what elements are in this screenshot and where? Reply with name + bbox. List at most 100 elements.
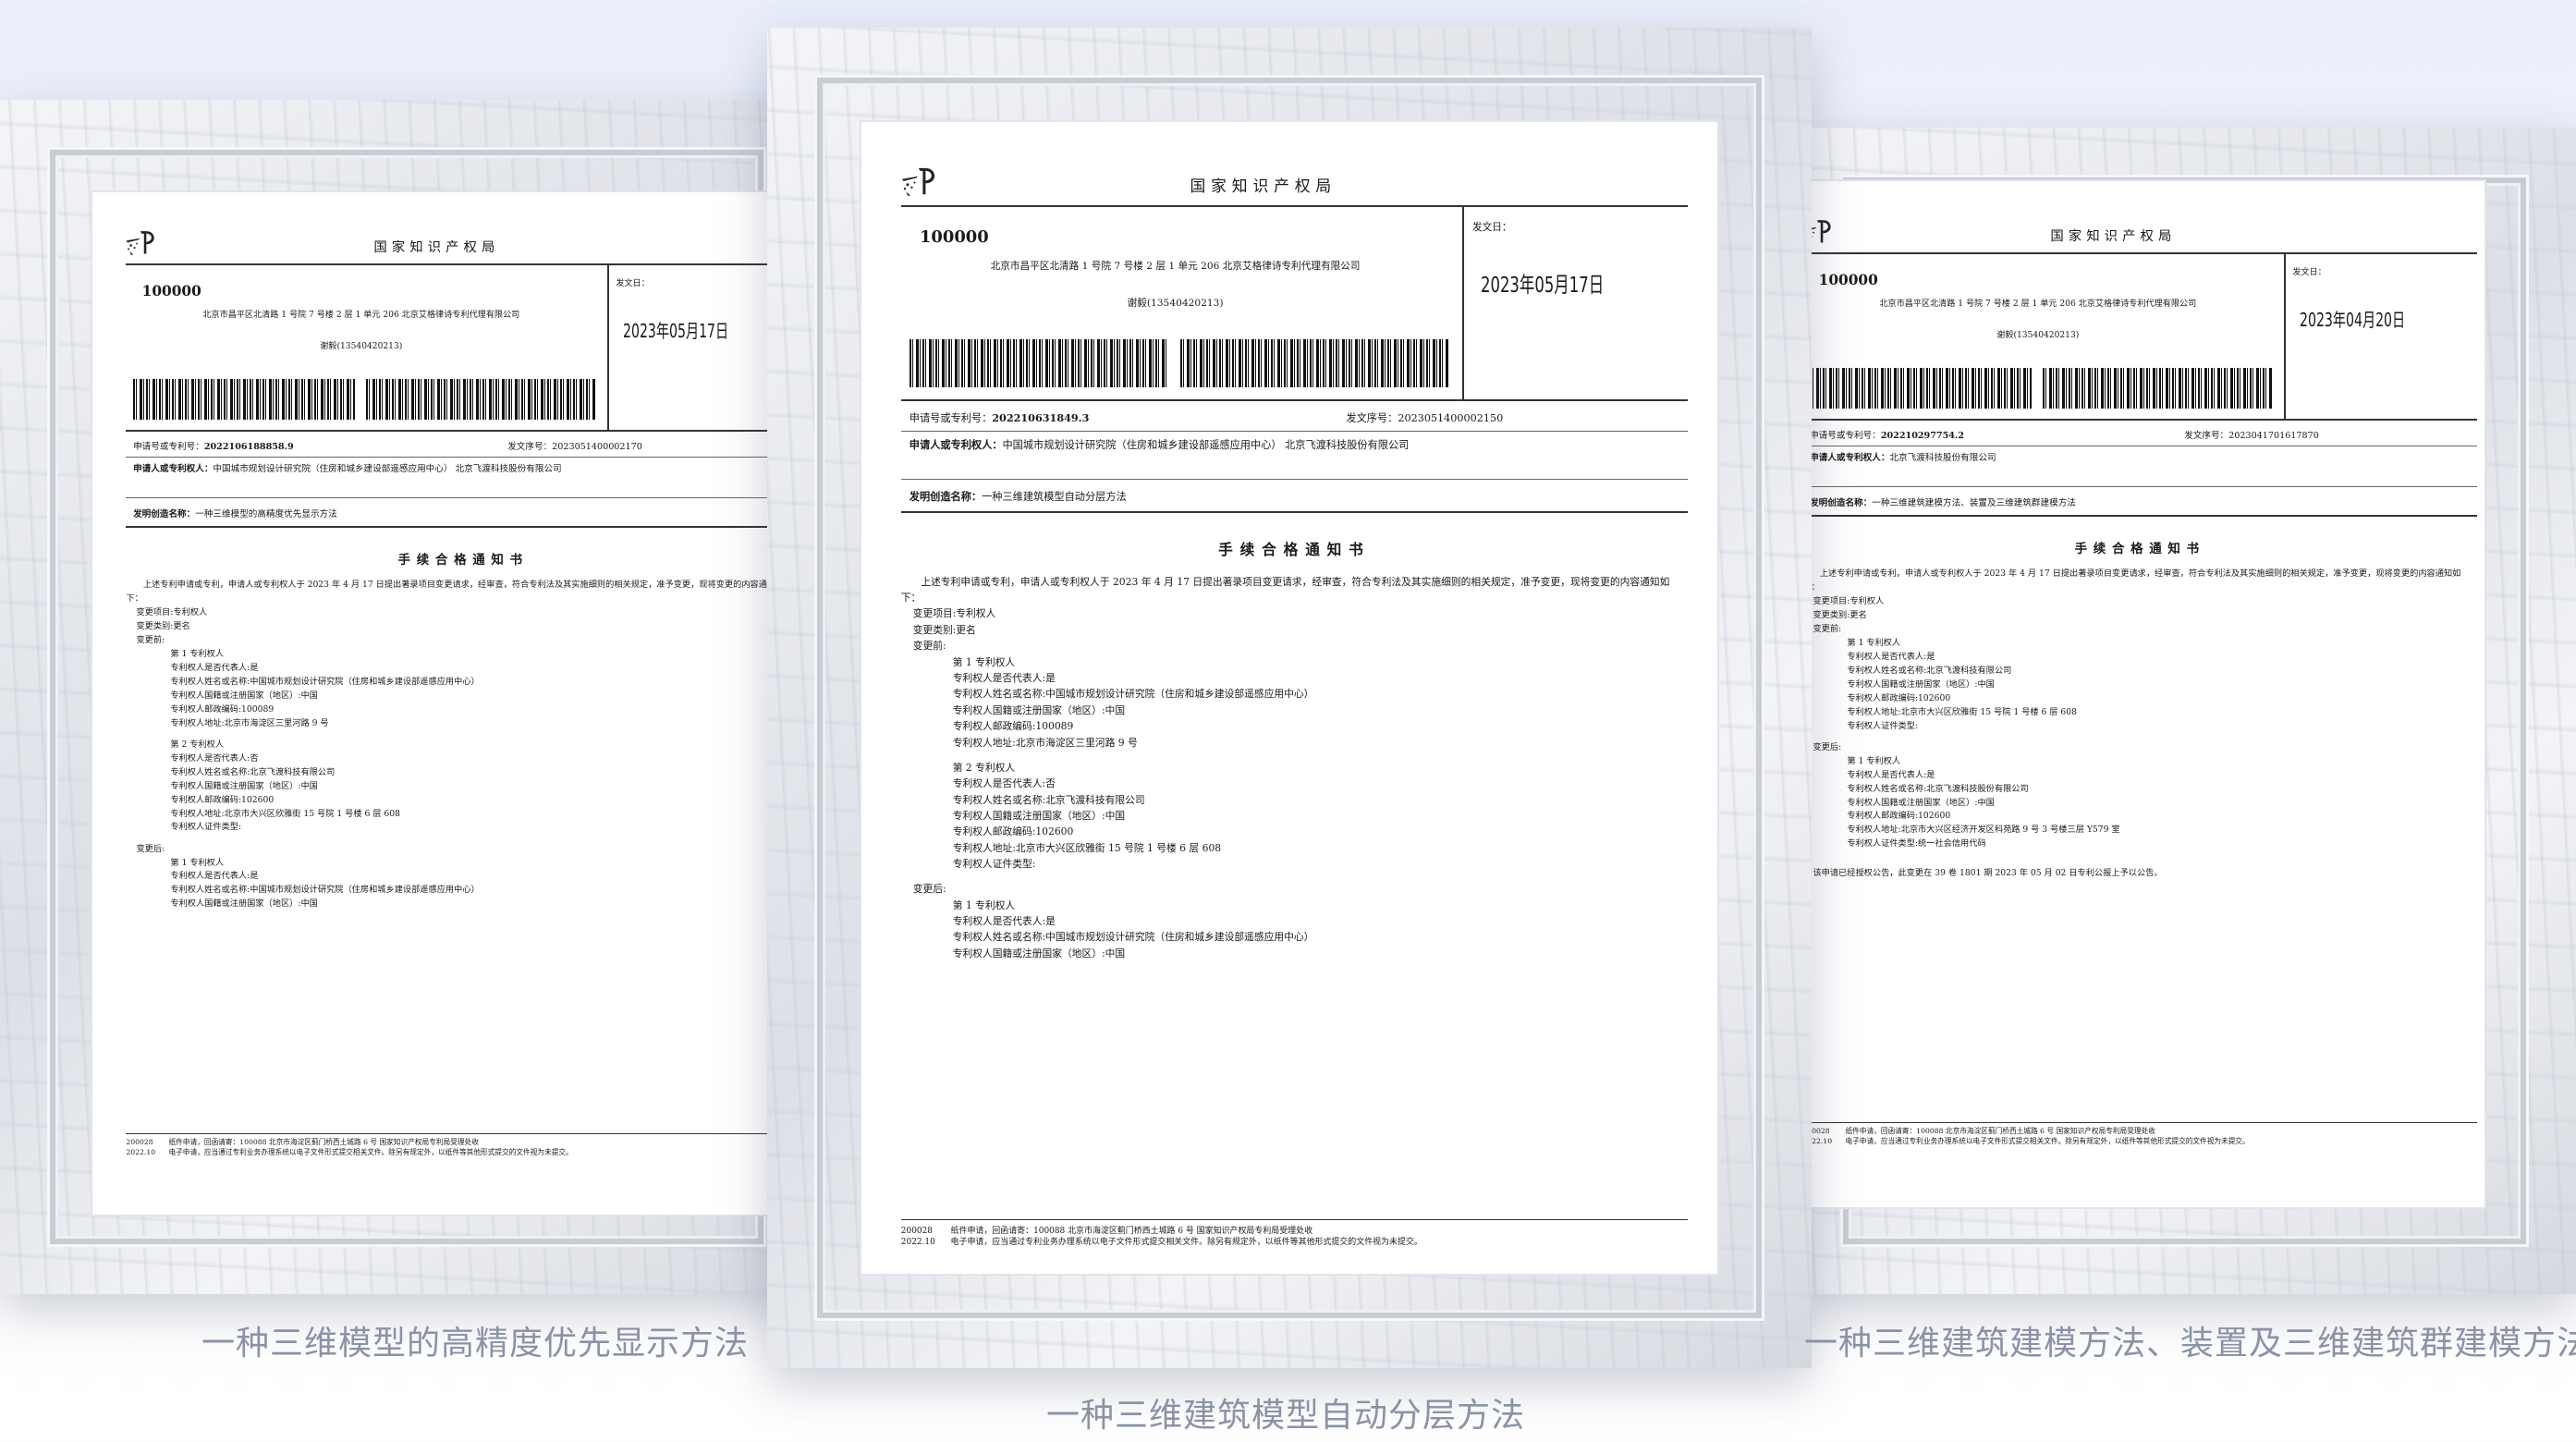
cnipa-logo-icon xyxy=(899,164,941,199)
before-line: 专利权人邮政编码:102600 xyxy=(952,825,1074,838)
footer: 200028 2022.10 纸件申请，回函请寄：100088 北京市海淀区蓟门桥… xyxy=(901,1226,1688,1248)
change-before-label: 变更前: xyxy=(136,635,165,646)
mailing-address: 北京市昌平区北清路 1 号院 7 号楼 2 层 1 单元 206 北京艾格律诗专… xyxy=(202,310,520,320)
footer-text: 纸件申请，回函请寄：100088 北京市海淀区蓟门桥西土城路 6 号 国家知识产… xyxy=(950,1227,1422,1248)
notice-title: 手续合格通知书 xyxy=(1218,541,1371,559)
notice-body: 上述专利申请或专利，申请人或专利权人于 2023 年 4 月 17 日提出著录项… xyxy=(901,574,1688,962)
notice-title: 手续合格通知书 xyxy=(397,552,529,568)
after-line: 专利权人是否代表人:是 xyxy=(170,871,259,882)
notice-document-left: 国家知识产权局 100000 北京市昌平区北清路 1 号院 7 号楼 2 层 1 单… xyxy=(91,190,813,1216)
before-line: 专利权人地址:北京市海淀区三里河路 9 号 xyxy=(170,717,329,728)
header-rule xyxy=(126,263,800,265)
office-name: 国家知识产权局 xyxy=(1190,177,1337,196)
barcode-left xyxy=(1810,367,2033,409)
after-line: 专利权人国籍或注册国家（地区）:中国 xyxy=(170,898,318,910)
after-line: 第 1 专利权人 xyxy=(170,857,225,868)
postal-code: 100000 xyxy=(1818,271,1878,288)
change-item: 变更项目:专利权人 xyxy=(912,607,996,620)
before-line: 专利权人地址:北京市海淀区三里河路 9 号 xyxy=(952,736,1138,749)
send-date-label: 发文日： xyxy=(616,279,650,289)
notice-body: 上述专利申请或专利，申请人或专利权人于 2023 年 4 月 17 日提出著录项… xyxy=(126,579,800,911)
certificate-frame-left: 国家知识产权局 100000 北京市昌平区北清路 1 号院 7 号楼 2 层 1 单… xyxy=(0,100,813,1294)
postal-code: 100000 xyxy=(919,227,989,248)
form-code: 200028 2022.10 xyxy=(126,1138,156,1156)
before-line: 第 1 专利权人 xyxy=(952,655,1016,668)
caption-center: 一种三维建筑模型自动分层方法 xyxy=(1046,1397,1526,1435)
after-line: 专利权人是否代表人:是 xyxy=(952,915,1056,928)
fields-bottom-rule xyxy=(1802,514,2477,517)
office-name: 国家知识产权局 xyxy=(2050,228,2177,244)
addressee: 谢毅(13540420213) xyxy=(1127,297,1224,310)
footer: 200028 2022.10 纸件申请，回函请寄：100088 北京市海淀区蓟门桥… xyxy=(1802,1127,2477,1146)
header-divider xyxy=(2283,251,2286,420)
notice-intro: 上述专利申请或专利，申请人或专利权人于 2023 年 4 月 17 日提出著录项… xyxy=(1802,568,2461,593)
footer-rule xyxy=(1802,1121,2477,1123)
after-line: 第 1 专利权人 xyxy=(952,898,1016,911)
before-line: 专利权人是否代表人:是 xyxy=(952,671,1056,684)
before-line: 专利权人邮政编码:102600 xyxy=(1847,692,1951,703)
certificate-paper-right: 国家知识产权局 100000 北京市昌平区北清路 1 号院 7 号楼 2 层 1 单… xyxy=(1793,179,2486,1209)
after-line: 专利权人姓名或名称:中国城市规划设计研究院（住房和城乡建设部遥感应用中心） xyxy=(170,885,480,896)
after-line: 第 1 专利权人 xyxy=(1847,755,1901,766)
before-line: 专利权人邮政编码:102600 xyxy=(170,794,275,805)
change-item: 变更项目:专利权人 xyxy=(136,607,208,618)
before-line: 第 2 专利权人 xyxy=(170,739,225,750)
field-divider-2 xyxy=(900,478,1688,480)
send-date: 2023年05月17日 xyxy=(1481,272,1605,299)
before-line: 专利权人是否代表人:是 xyxy=(1847,652,1935,662)
after-line: 专利权人国籍或注册国家（地区）:中国 xyxy=(952,947,1126,959)
send-date: 2023年05月17日 xyxy=(623,320,729,343)
field-divider-1 xyxy=(900,431,1688,432)
addressee: 谢毅(13540420213) xyxy=(320,342,403,352)
applicant: 申请人或专利权人：北京飞渡科技股份有限公司 xyxy=(1810,452,1996,463)
before-line: 专利权人国籍或注册国家（地区）:中国 xyxy=(952,809,1126,822)
fields-rule xyxy=(1802,419,2477,422)
notice-intro: 上述专利申请或专利，申请人或专利权人于 2023 年 4 月 17 日提出著录项… xyxy=(126,580,785,605)
before-line: 专利权人国籍或注册国家（地区）:中国 xyxy=(1847,678,1995,690)
form-code: 200028 2022.10 xyxy=(900,1227,935,1248)
certificate-frame-right: 国家知识产权局 100000 北京市昌平区北清路 1 号院 7 号楼 2 层 1 单… xyxy=(1793,128,2576,1294)
before-line: 专利权人姓名或名称:中国城市规划设计研究院（住房和城乡建设部遥感应用中心） xyxy=(952,688,1314,701)
before-line: 第 2 专利权人 xyxy=(952,761,1016,774)
change-item: 变更项目:专利权人 xyxy=(1813,596,1885,607)
before-line: 专利权人姓名或名称:北京飞渡科技有限公司 xyxy=(952,793,1145,806)
invention-title: 发明创造名称：一种三维建筑模型自动分层方法 xyxy=(909,489,1127,503)
notice-document-right: 国家知识产权局 100000 北京市昌平区北清路 1 号院 7 号楼 2 层 1 单… xyxy=(1793,179,2486,1209)
barcode-right xyxy=(2042,367,2274,409)
certificate-frame-center: 国家知识产权局 100000 北京市昌平区北清路 1 号院 7 号楼 2 层 1 单… xyxy=(767,28,1812,1368)
change-type: 变更类别:更名 xyxy=(1813,610,1867,621)
footer-rule xyxy=(126,1132,800,1134)
postal-code: 100000 xyxy=(141,282,201,299)
send-date: 2023年04月20日 xyxy=(2300,309,2406,332)
before-line: 专利权人国籍或注册国家（地区）:中国 xyxy=(170,690,318,701)
fields-bottom-rule xyxy=(126,525,800,528)
office-name: 国家知识产权局 xyxy=(373,239,500,255)
after-line: 专利权人邮政编码:102600 xyxy=(1847,811,1951,822)
before-line: 专利权人地址:北京市大兴区欣雅街 15 号院 1 号楼 6 层 608 xyxy=(170,808,400,819)
fields-rule xyxy=(900,399,1688,402)
after-line: 专利权人证件类型:统一社会信用代码 xyxy=(1847,838,1986,849)
barcode-left xyxy=(133,378,356,420)
change-type: 变更类别:更名 xyxy=(912,623,976,636)
send-date-label: 发文日： xyxy=(2292,268,2326,278)
notice-title: 手续合格通知书 xyxy=(2074,541,2205,556)
application-number: 申请号或专利号：202210297754.2 xyxy=(1810,430,1964,441)
field-divider-2 xyxy=(1802,486,2477,488)
caption-left: 一种三维模型的高精度优先显示方法 xyxy=(201,1325,750,1363)
fields-rule xyxy=(126,430,800,433)
barcode-right xyxy=(365,378,597,420)
after-line: 专利权人地址:北京市大兴区经济开发区科苑路 9 号 3 号楼三层 Y579 室 xyxy=(1847,825,2120,836)
before-line: 专利权人地址:北京市大兴区欣雅街 15 号院 1 号楼 6 层 608 xyxy=(1847,706,2077,717)
before-line: 专利权人证件类型: xyxy=(1847,720,1919,731)
change-type: 变更类别:更名 xyxy=(136,621,190,632)
invention-title: 发明创造名称：一种三维建筑建模方法、装置及三维建筑群建模方法 xyxy=(1810,497,2076,508)
before-line: 专利权人邮政编码:100089 xyxy=(170,703,275,715)
mailing-address: 北京市昌平区北清路 1 号院 7 号楼 2 层 1 单元 206 北京艾格律诗专… xyxy=(990,260,1361,273)
invention-title: 发明创造名称：一种三维模型的高精度优先显示方法 xyxy=(133,508,337,519)
barcode-left xyxy=(909,339,1168,387)
cnipa-logo-icon xyxy=(124,227,159,258)
after-line: 专利权人姓名或名称:中国城市规划设计研究院（住房和城乡建设部遥感应用中心） xyxy=(952,931,1314,944)
before-line: 专利权人是否代表人:否 xyxy=(952,777,1056,790)
applicant: 申请人或专利权人：中国城市规划设计研究院（住房和城乡建设部遥感应用中心） 北京飞… xyxy=(909,437,1410,451)
addressee: 谢毅(13540420213) xyxy=(1996,331,2080,341)
